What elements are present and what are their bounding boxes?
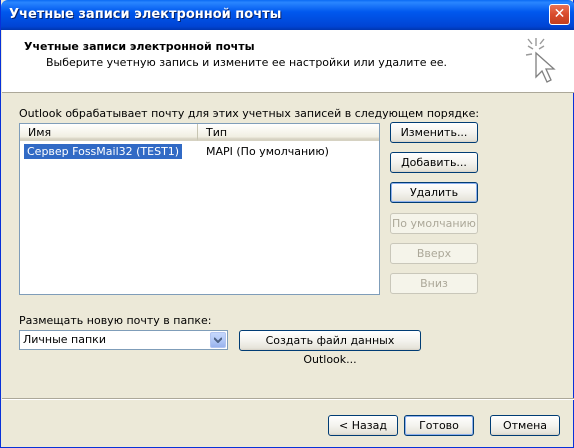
account-type: MAPI (По умолчанию) — [206, 145, 329, 158]
add-button[interactable]: Добавить... — [390, 152, 478, 173]
move-down-button[interactable]: Вниз — [390, 273, 478, 294]
accounts-list-label: Outlook обрабатывает почту для этих учет… — [19, 107, 480, 120]
back-button[interactable]: < Назад — [328, 415, 398, 436]
delivery-folder-label: Размещать новую почту в папке: — [19, 314, 212, 327]
move-up-button[interactable]: Вверх — [390, 243, 478, 264]
chevron-down-icon[interactable] — [210, 332, 226, 348]
close-button[interactable]: ✕ — [549, 4, 570, 25]
cancel-button[interactable]: Отмена — [490, 415, 560, 436]
account-name: Сервер FossMail32 (TEST1) — [24, 144, 183, 159]
listview-header: Имя Тип — [20, 124, 379, 141]
column-header-type[interactable]: Тип — [198, 124, 379, 141]
header-subtitle: Выберите учетную запись и измените ее на… — [46, 56, 448, 69]
selected-folder: Личные папки — [23, 333, 106, 346]
wizard-header: Учетные записи электронной почты Выберит… — [2, 30, 574, 93]
title-bar[interactable]: Учетные записи электронной почты ✕ — [1, 0, 574, 30]
column-header-name[interactable]: Имя — [20, 124, 198, 141]
wizard-cursor-icon — [525, 38, 556, 83]
set-default-button[interactable]: По умолчанию — [390, 213, 478, 234]
header-title: Учетные записи электронной почты — [24, 40, 255, 53]
email-accounts-dialog: Учетные записи электронной почты ✕ Учетн… — [0, 0, 574, 448]
delivery-folder-select[interactable]: Личные папки — [19, 330, 228, 350]
remove-button[interactable]: Удалить — [390, 182, 478, 203]
account-row[interactable]: Сервер FossMail32 (TEST1) MAPI (По умолч… — [20, 144, 379, 160]
window-title: Учетные записи электронной почты — [9, 7, 282, 22]
change-button[interactable]: Изменить... — [390, 122, 478, 143]
accounts-listview[interactable]: Имя Тип Сервер FossMail32 (TEST1) MAPI (… — [19, 123, 380, 295]
finish-button[interactable]: Готово — [404, 415, 474, 436]
create-data-file-button[interactable]: Создать файл данных Outlook... — [239, 330, 421, 366]
footer-divider — [2, 398, 574, 400]
